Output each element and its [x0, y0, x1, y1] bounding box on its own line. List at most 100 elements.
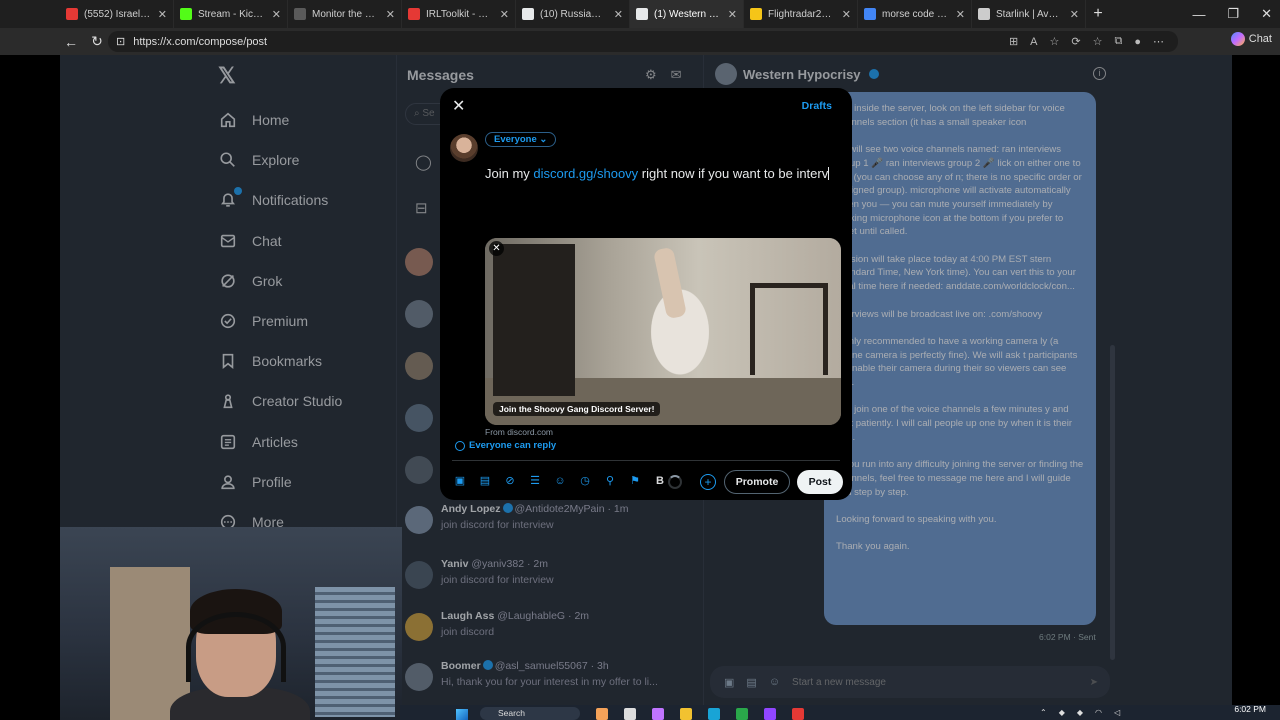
emoji-icon[interactable]: ☺	[769, 676, 780, 688]
post-button[interactable]: Post	[797, 470, 843, 494]
browser-tab[interactable]: Flightradar24: Live F ✕	[744, 0, 858, 28]
tray-icon[interactable]: ◆	[1059, 708, 1065, 717]
back-icon[interactable]: ←	[58, 34, 84, 50]
settings-gear-icon[interactable]: ⚙	[645, 67, 657, 83]
taskbar-search[interactable]: Search	[480, 707, 580, 720]
inbox-icon[interactable]: ⊟	[415, 199, 432, 217]
read-aloud-icon[interactable]: A	[1030, 36, 1037, 48]
url-field[interactable]: ⊡ https://x.com/compose/post ⊞ A ☆ ⟳ ☆ ⧉…	[108, 31, 1178, 52]
browser-tab[interactable]: (1) Western Hypocri ✕	[630, 0, 744, 28]
wifi-icon[interactable]: ◠	[1095, 708, 1102, 717]
schedule-icon[interactable]: ◷	[578, 474, 592, 487]
post-text-link[interactable]: discord.gg/shoovy	[533, 166, 638, 181]
tab-close-icon[interactable]: ✕	[500, 8, 509, 21]
browser-tab[interactable]: IRLToolkit - Dashbo ✕	[402, 0, 516, 28]
windows-start-icon[interactable]	[456, 709, 468, 720]
avatar[interactable]	[450, 134, 478, 162]
extensions-icon[interactable]: ⟳	[1071, 35, 1080, 48]
page-info-icon[interactable]: ⊡	[116, 35, 125, 48]
close-icon[interactable]: ✕	[452, 96, 465, 116]
nav-item-home[interactable]: Home	[218, 100, 342, 140]
promote-button[interactable]: Promote	[724, 470, 790, 494]
app-icon[interactable]	[792, 708, 804, 720]
conversation-list-item[interactable]: Laugh Ass @LaughableG · 2m join discord	[405, 610, 695, 660]
avatar[interactable]	[405, 352, 433, 380]
tab-close-icon[interactable]: ✕	[956, 8, 965, 21]
profile-avatar-icon[interactable]: ●	[1134, 36, 1141, 48]
chevron-up-icon[interactable]: ⌃	[1040, 708, 1047, 717]
avatar[interactable]	[405, 300, 433, 328]
avatar[interactable]	[405, 248, 433, 276]
flag-icon[interactable]: ⚑	[628, 474, 642, 487]
message-composer[interactable]: ▣ ▤ ☺ Start a new message ➤	[710, 666, 1110, 698]
volume-icon[interactable]: ◁	[1114, 708, 1120, 717]
browser-tab[interactable]: Monitor the Situatio ✕	[288, 0, 402, 28]
reload-icon[interactable]: ↻	[84, 33, 110, 50]
edge-icon[interactable]	[708, 708, 720, 720]
collections-icon[interactable]: ⧉	[1114, 35, 1122, 48]
browser-tab[interactable]: Stream - Kick Dashb ✕	[174, 0, 288, 28]
app-icon[interactable]	[596, 708, 608, 720]
image-icon[interactable]: ▣	[724, 676, 734, 689]
taskbar-clock[interactable]: 6:02 PM	[1234, 704, 1266, 714]
nav-item-grok[interactable]: Grok	[218, 261, 342, 301]
tab-close-icon[interactable]: ✕	[614, 8, 623, 21]
gif-icon[interactable]: ▤	[478, 474, 492, 487]
more-menu-icon[interactable]: ⋯	[1153, 35, 1164, 48]
remove-preview-icon[interactable]: ✕	[489, 241, 504, 256]
minimize-icon[interactable]: —	[1192, 7, 1205, 22]
app-icon[interactable]	[624, 708, 636, 720]
nav-item-creator-studio[interactable]: Creator Studio	[218, 381, 342, 421]
xbox-icon[interactable]	[736, 708, 748, 720]
reply-setting-button[interactable]: Everyone can reply	[455, 440, 556, 451]
grok-icon[interactable]: ⊘	[503, 474, 517, 487]
info-icon[interactable]: i	[1093, 67, 1106, 80]
conversation-header[interactable]: Western Hypocrisy	[715, 63, 881, 85]
browser-tab[interactable]: morse code yes - Se ✕	[858, 0, 972, 28]
message-input[interactable]: Start a new message	[792, 677, 886, 688]
conversation-list-item[interactable]: Boomer @asl_samuel55067 · 3h Hi, thank you…	[405, 660, 695, 710]
browser-tab[interactable]: Starlink | Availabili ✕	[972, 0, 1086, 28]
drafts-button[interactable]: Drafts	[802, 100, 832, 112]
avatar[interactable]	[405, 456, 433, 484]
nav-item-notifications[interactable]: Notifications	[218, 180, 342, 220]
new-message-icon[interactable]: ✉	[671, 67, 682, 83]
nav-item-articles[interactable]: Articles	[218, 422, 342, 462]
browser-tab[interactable]: (5552) Israel war fo ✕	[60, 0, 174, 28]
nav-item-premium[interactable]: Premium	[218, 301, 342, 341]
poll-icon[interactable]: ☰	[528, 474, 542, 487]
tab-close-icon[interactable]: ✕	[158, 8, 167, 21]
conversation-list-item[interactable]: Andy Lopez @Antidote2MyPain · 1m join disc…	[405, 503, 695, 553]
browser-tab[interactable]: (10) RussiaNews on ✕	[516, 0, 630, 28]
send-icon[interactable]: ➤	[1090, 677, 1098, 688]
restore-icon[interactable]: ❐	[1227, 6, 1239, 22]
tab-close-icon[interactable]: ✕	[386, 8, 395, 21]
copilot-chat-button[interactable]: Chat	[1230, 32, 1272, 46]
new-tab-icon[interactable]: +	[1086, 5, 1110, 23]
tray-icon[interactable]: ◆	[1077, 708, 1083, 717]
avatar[interactable]	[405, 404, 433, 432]
media-icon[interactable]: ▣	[453, 474, 467, 487]
tab-close-icon[interactable]: ✕	[272, 8, 281, 21]
nav-item-chat[interactable]: Chat	[218, 221, 342, 261]
tab-close-icon[interactable]: ✕	[1070, 8, 1079, 21]
gif-icon[interactable]: ▤	[746, 676, 756, 689]
link-preview-card[interactable]: ✕ Join the Shoovy Gang Discord Server!	[485, 238, 841, 425]
conversation-list-item[interactable]: Yaniv @yaniv382 · 2m join discord for int…	[405, 558, 695, 608]
nav-item-profile[interactable]: Profile	[218, 462, 342, 502]
chat-bubble-icon[interactable]: ◯	[415, 153, 432, 171]
add-post-icon[interactable]: +	[700, 474, 716, 490]
favorite-icon[interactable]: ☆	[1050, 35, 1060, 48]
scrollbar[interactable]	[1110, 345, 1115, 660]
close-window-icon[interactable]: ✕	[1261, 6, 1272, 22]
location-icon[interactable]: ⚲	[603, 474, 617, 487]
tab-close-icon[interactable]: ✕	[842, 8, 851, 21]
app-icon[interactable]	[652, 708, 664, 720]
emoji-icon[interactable]: ☺	[553, 475, 567, 487]
folder-icon[interactable]	[680, 708, 692, 720]
bold-icon[interactable]: B	[653, 475, 667, 487]
tab-close-icon[interactable]: ✕	[728, 8, 737, 21]
x-logo-icon[interactable]: 𝕏	[218, 63, 236, 89]
nav-item-bookmarks[interactable]: Bookmarks	[218, 341, 342, 381]
apps-icon[interactable]: ⊞	[1009, 35, 1018, 48]
